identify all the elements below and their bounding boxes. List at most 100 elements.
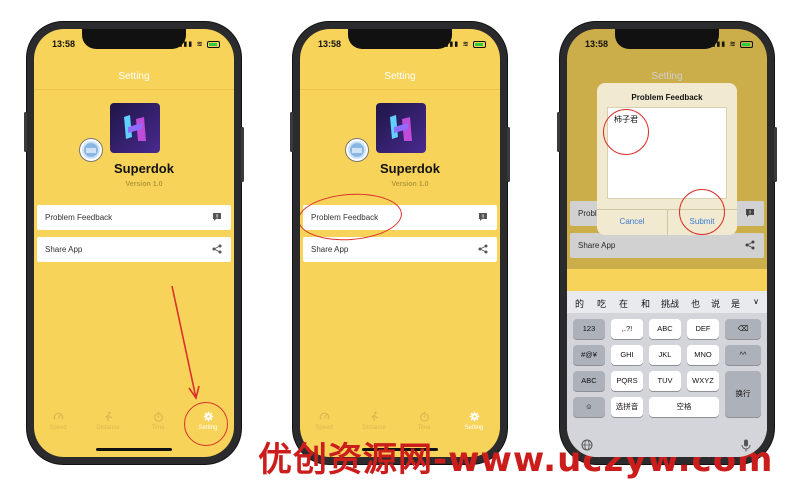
tab-label: Distance — [96, 425, 120, 431]
candidate-word[interactable]: 说 — [711, 297, 720, 310]
app-logo — [110, 103, 160, 153]
app-name: Superdok — [114, 161, 174, 176]
microphone-icon[interactable] — [741, 439, 751, 452]
key-tuv[interactable]: TUV — [649, 371, 681, 391]
key-emoticon[interactable]: ^^ — [725, 345, 761, 365]
status-bar: 13:58 ▮▮▮ ≋ — [567, 39, 767, 53]
key-def[interactable]: DEF — [687, 319, 719, 339]
tab-time[interactable]: Time — [406, 411, 442, 431]
app-screen-1: 13:58 ▮▮▮ ≋ Setting Superdok Version 1.0… — [34, 29, 234, 457]
key-pqrs[interactable]: PQRS — [611, 371, 643, 391]
app-version: Version 1.0 — [391, 181, 429, 188]
cancel-button[interactable]: Cancel — [597, 217, 667, 226]
return-key[interactable]: 换行 — [725, 371, 761, 417]
user-avatar[interactable] — [80, 139, 102, 161]
stopwatch-icon — [419, 411, 429, 422]
candidate-word[interactable]: 吃 — [597, 297, 606, 310]
app-screen-2: 13:58 ▮▮▮ ≋ Setting Superdok Version 1.0… — [300, 29, 500, 457]
user-avatar[interactable] — [346, 139, 368, 161]
tab-time[interactable]: Time — [140, 411, 176, 431]
status-bar: 13:58 ▮▮▮ ≋ — [300, 39, 500, 53]
status-icons: ▮▮▮ ≋ — [712, 40, 753, 48]
phone-mockup-2: 13:58 ▮▮▮ ≋ Setting Superdok Version 1.0… — [290, 22, 510, 464]
app-name: Superdok — [380, 161, 440, 176]
nav-divider — [300, 89, 500, 90]
backspace-key[interactable]: ⌫ — [725, 319, 761, 339]
candidate-word[interactable]: 的 — [575, 297, 584, 310]
tab-label: Time — [151, 425, 165, 431]
keyboard: 的 吃 在 和 挑战 也 说 是 ∨ 123 ,.?! ABC DEF ⌫ #@… — [567, 291, 767, 457]
status-icons: ▮▮▮ ≋ — [445, 40, 486, 48]
status-time: 13:58 — [52, 39, 76, 49]
chevron-down-icon[interactable]: ∨ — [753, 297, 759, 306]
phone-mockup-1: 13:58 ▮▮▮ ≋ Setting Superdok Version 1.0… — [24, 22, 244, 464]
problem-feedback-row[interactable]: Problem Feedback — [37, 205, 231, 230]
battery-icon — [740, 40, 753, 48]
dialog-title: Problem Feedback — [631, 93, 703, 102]
key-mno[interactable]: MNO — [687, 345, 719, 365]
nav-divider — [34, 89, 234, 90]
share-app-row[interactable]: Share App — [303, 237, 497, 262]
battery-icon — [473, 40, 486, 48]
runner-icon — [105, 411, 112, 422]
status-time: 13:58 — [585, 39, 609, 49]
home-indicator — [96, 448, 172, 451]
feedback-icon — [479, 213, 487, 221]
share-app-row[interactable]: Share App — [37, 237, 231, 262]
speedometer-icon — [319, 412, 329, 420]
globe-icon[interactable] — [581, 439, 593, 451]
candidate-word[interactable]: 在 — [619, 297, 628, 310]
key-select-pinyin[interactable]: 选拼音 — [611, 397, 643, 417]
screenshot-collage: 13:58 ▮▮▮ ≋ Setting Superdok Version 1.0… — [0, 0, 800, 487]
tab-distance[interactable]: Distance — [356, 411, 392, 431]
feedback-icon — [213, 213, 221, 221]
candidate-word[interactable]: 挑战 — [661, 297, 679, 310]
key-punctuation[interactable]: ,.?! — [611, 319, 643, 339]
tab-speed[interactable]: Speed — [306, 411, 342, 431]
nav-title: Setting — [384, 71, 416, 82]
tab-setting[interactable]: Setting — [456, 411, 492, 431]
tab-label: Speed — [49, 425, 67, 431]
speedometer-icon — [53, 412, 63, 420]
gear-icon — [469, 411, 479, 422]
key-abc-switch[interactable]: ABC — [573, 371, 605, 391]
app-screen-3: 13:58 ▮▮▮ ≋ Setting Problem Feedback Sha… — [567, 29, 767, 457]
stopwatch-icon — [153, 411, 163, 422]
space-key[interactable]: 空格 — [649, 397, 719, 417]
phone-mockup-3: 13:58 ▮▮▮ ≋ Setting Problem Feedback Sha… — [557, 22, 777, 464]
status-time: 13:58 — [318, 39, 342, 49]
row-label: Share App — [45, 245, 83, 254]
candidate-word[interactable]: 是 — [731, 297, 740, 310]
highlight-circle — [603, 109, 649, 155]
candidate-word[interactable]: 也 — [691, 297, 700, 310]
runner-icon — [371, 411, 378, 422]
key-123[interactable]: 123 — [573, 319, 605, 339]
tab-label: Speed — [315, 425, 333, 431]
highlight-circle — [679, 189, 725, 235]
app-logo — [376, 103, 426, 153]
nav-title: Setting — [118, 71, 150, 82]
tab-speed[interactable]: Speed — [40, 411, 76, 431]
key-jkl[interactable]: JKL — [649, 345, 681, 365]
candidate-word[interactable]: 和 — [641, 297, 650, 310]
row-label: Problem Feedback — [45, 213, 113, 222]
tab-distance[interactable]: Distance — [90, 411, 126, 431]
key-abc[interactable]: ABC — [649, 319, 681, 339]
tab-label: Setting — [464, 425, 484, 431]
highlight-circle — [300, 190, 404, 244]
share-icon — [478, 244, 488, 254]
status-icons: ▮▮▮ ≋ — [179, 40, 220, 48]
candidate-bar: 的 吃 在 和 挑战 也 说 是 ∨ — [567, 291, 767, 313]
highlight-circle — [184, 402, 228, 446]
battery-icon — [207, 40, 220, 48]
status-bar: 13:58 ▮▮▮ ≋ — [34, 39, 234, 53]
emoji-key[interactable]: ☺ — [573, 397, 605, 417]
row-label: Share App — [311, 245, 349, 254]
share-icon — [212, 244, 222, 254]
tab-label: Distance — [362, 425, 386, 431]
app-version: Version 1.0 — [125, 181, 163, 188]
key-wxyz[interactable]: WXYZ — [687, 371, 719, 391]
key-symbols[interactable]: #@¥ — [573, 345, 605, 365]
key-ghi[interactable]: GHI — [611, 345, 643, 365]
tab-label: Time — [417, 425, 431, 431]
